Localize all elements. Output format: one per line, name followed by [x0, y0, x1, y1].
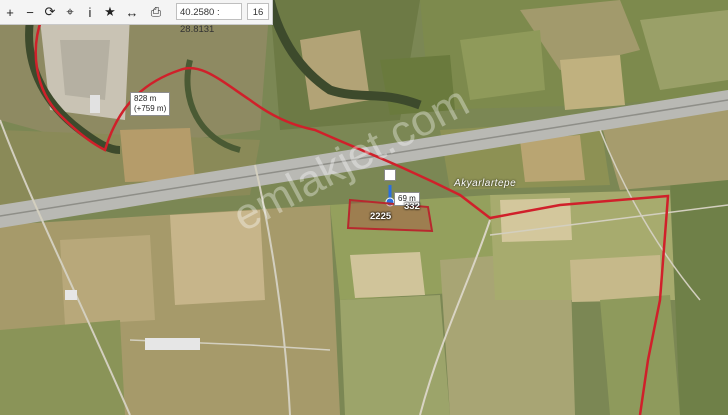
coordinates-field[interactable]: 40.2580 : 28.8131 — [176, 3, 242, 35]
measure-extra-text: (+759 m) — [134, 104, 167, 113]
satellite-map[interactable]: emlakjet.com 828 m (+759 m) 69 m 2225 33… — [0, 0, 728, 415]
locate-button[interactable]: ⌖ — [60, 0, 80, 24]
map-toolbar: + − ⟳ ⌖ i ★ ↔ ⎙ 40.2580 : 28.8131 16 — [0, 0, 273, 35]
parcel-number-label: 332 — [404, 201, 420, 212]
location-marker[interactable] — [384, 169, 396, 181]
zoom-in-button[interactable]: + — [0, 0, 20, 24]
refresh-button[interactable]: ⟳ — [40, 0, 60, 24]
zoom-out-button[interactable]: − — [20, 0, 40, 24]
zoom-level-field[interactable]: 16 — [247, 3, 269, 20]
measure-button[interactable]: ↔ — [120, 0, 144, 24]
plot-number-label: 2225 — [370, 211, 392, 222]
place-name-label: Akyarlartepe — [454, 178, 517, 189]
info-button[interactable]: i — [80, 0, 100, 24]
measure-label-828: 828 m (+759 m) — [130, 92, 171, 116]
print-button[interactable]: ⎙ — [144, 0, 168, 24]
satellite-imagery — [0, 0, 728, 415]
measure-distance-text: 828 m — [134, 94, 157, 103]
favorite-button[interactable]: ★ — [100, 0, 120, 24]
